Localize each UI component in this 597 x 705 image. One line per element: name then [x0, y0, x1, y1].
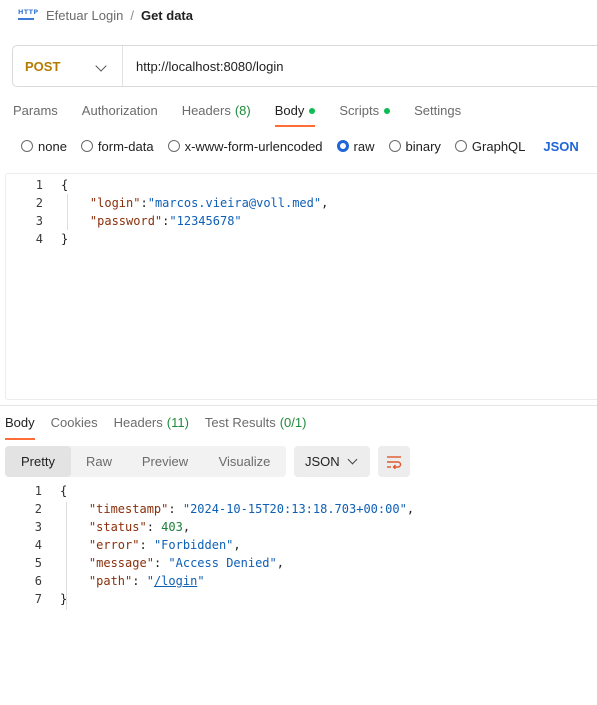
view-visualize-button[interactable]: Visualize — [203, 446, 286, 477]
chevron-down-icon — [95, 60, 107, 72]
radio-button[interactable] — [167, 140, 180, 152]
breadcrumb-separator: / — [130, 7, 134, 23]
wrap-lines-button[interactable] — [378, 446, 410, 477]
tab-settings[interactable]: Settings — [414, 103, 461, 127]
test-results-count: (0/1) — [279, 415, 307, 430]
line-number: 2 — [34, 502, 42, 516]
chevron-down-icon — [347, 454, 358, 465]
body-type-options: none form-data x-www-form-urlencoded raw… — [21, 138, 579, 154]
code-line: 4 "error": "Forbidden", — [5, 536, 241, 554]
radio-button[interactable] — [454, 140, 467, 152]
tab-body[interactable]: Body — [274, 103, 316, 127]
response-body-viewer[interactable]: 1 { 2 "timestamp": "2024-10-15T20:13:18.… — [5, 482, 597, 612]
view-pretty-button[interactable]: Pretty — [5, 446, 71, 477]
line-number: 4 — [34, 538, 42, 552]
line-number: 1 — [35, 178, 43, 192]
body-type-graphql[interactable]: GraphQL — [454, 139, 525, 154]
pane-divider[interactable] — [0, 405, 597, 406]
path-link[interactable]: /login — [154, 574, 197, 588]
code-line: 2 "login":"marcos.vieira@voll.med", — [6, 194, 329, 212]
json-key: "status" — [88, 520, 147, 534]
code-line: 5 "message": "Access Denied", — [5, 554, 284, 572]
code-line: 3 "status": 403, — [5, 518, 190, 536]
body-type-binary[interactable]: binary — [388, 139, 441, 154]
view-preview-button[interactable]: Preview — [127, 446, 203, 477]
headers-count: (8) — [234, 103, 251, 118]
tab-authorization[interactable]: Authorization — [82, 103, 158, 127]
json-string-value: "Forbidden" — [153, 538, 234, 552]
url-input[interactable] — [123, 46, 523, 86]
code-line: 2 "timestamp": "2024-10-15T20:13:18.703+… — [5, 500, 414, 518]
line-number: 1 — [34, 484, 42, 498]
json-string-value: "2024-10-15T20:13:18.703+00:00" — [182, 502, 407, 516]
body-type-form-data[interactable]: form-data — [80, 139, 154, 154]
radio-button[interactable] — [80, 140, 93, 152]
wrap-lines-icon — [387, 455, 402, 469]
line-number: 6 — [34, 574, 42, 588]
json-string-value: "12345678" — [169, 214, 242, 228]
code-line: 4 } — [6, 230, 68, 248]
body-indicator-dot — [309, 108, 316, 114]
method-label: POST — [25, 58, 61, 74]
url-bar: POST — [12, 45, 597, 87]
request-body-editor[interactable]: 1 { 2 "login":"marcos.vieira@voll.med", … — [5, 173, 597, 400]
json-key: "error" — [88, 538, 140, 552]
code-line: 3 "password":"12345678" — [6, 212, 242, 230]
view-raw-button[interactable]: Raw — [71, 446, 127, 477]
response-format-select[interactable]: JSON — [294, 446, 370, 477]
line-number: 3 — [35, 214, 43, 228]
tab-params[interactable]: Params — [13, 103, 58, 127]
body-format-select[interactable]: JSON — [543, 139, 578, 154]
response-tab-cookies[interactable]: Cookies — [51, 415, 98, 439]
response-tab-body[interactable]: Body — [5, 415, 35, 440]
json-key: "timestamp" — [88, 502, 169, 516]
breadcrumb-parent-collection[interactable]: Efetuar Login — [46, 8, 123, 23]
json-key: "message" — [88, 556, 154, 570]
response-tab-headers[interactable]: Headers (11) — [114, 415, 189, 439]
json-key: "password" — [89, 214, 163, 228]
scripts-indicator-dot — [384, 108, 391, 114]
request-tabs: Params Authorization Headers (8) Body Scr… — [13, 103, 485, 127]
radio-button-selected[interactable] — [336, 140, 349, 152]
line-number: 7 — [34, 592, 42, 606]
radio-button[interactable] — [21, 140, 33, 152]
line-number: 3 — [34, 520, 42, 534]
json-number-value: 403 — [161, 520, 183, 534]
request-name[interactable]: Get data — [141, 8, 193, 23]
radio-button[interactable] — [388, 140, 401, 152]
response-tabs: Body Cookies Headers (11) Test Results (0/… — [5, 415, 322, 440]
body-type-urlencoded[interactable]: x-www-form-urlencoded — [167, 139, 323, 154]
json-string-value: "Access Denied" — [168, 556, 277, 570]
code-line: 7 } — [5, 590, 67, 608]
code-line: 1 { — [5, 482, 67, 500]
response-tab-test-results[interactable]: Test Results (0/1) — [205, 415, 307, 439]
line-number: 2 — [35, 196, 43, 210]
response-headers-count: (11) — [166, 415, 189, 430]
tab-scripts[interactable]: Scripts — [339, 103, 391, 127]
line-number: 4 — [35, 232, 43, 246]
tab-headers[interactable]: Headers (8) — [182, 103, 251, 127]
response-view-mode: Pretty Raw Preview Visualize — [5, 446, 286, 477]
code-line: 6 "path": "/login" — [5, 572, 205, 590]
code-line: 1 { — [6, 176, 68, 194]
method-select[interactable]: POST — [13, 46, 123, 86]
breadcrumb: HTTP Efetuar Login / Get data — [17, 6, 193, 24]
json-key: "login" — [89, 196, 141, 210]
body-type-none[interactable]: none — [21, 139, 67, 154]
line-number: 5 — [34, 556, 42, 570]
json-key: "path" — [88, 574, 133, 588]
json-string-value: "marcos.vieira@voll.med" — [147, 196, 322, 210]
body-type-raw[interactable]: raw — [336, 139, 375, 154]
http-request-icon: HTTP — [17, 7, 38, 23]
